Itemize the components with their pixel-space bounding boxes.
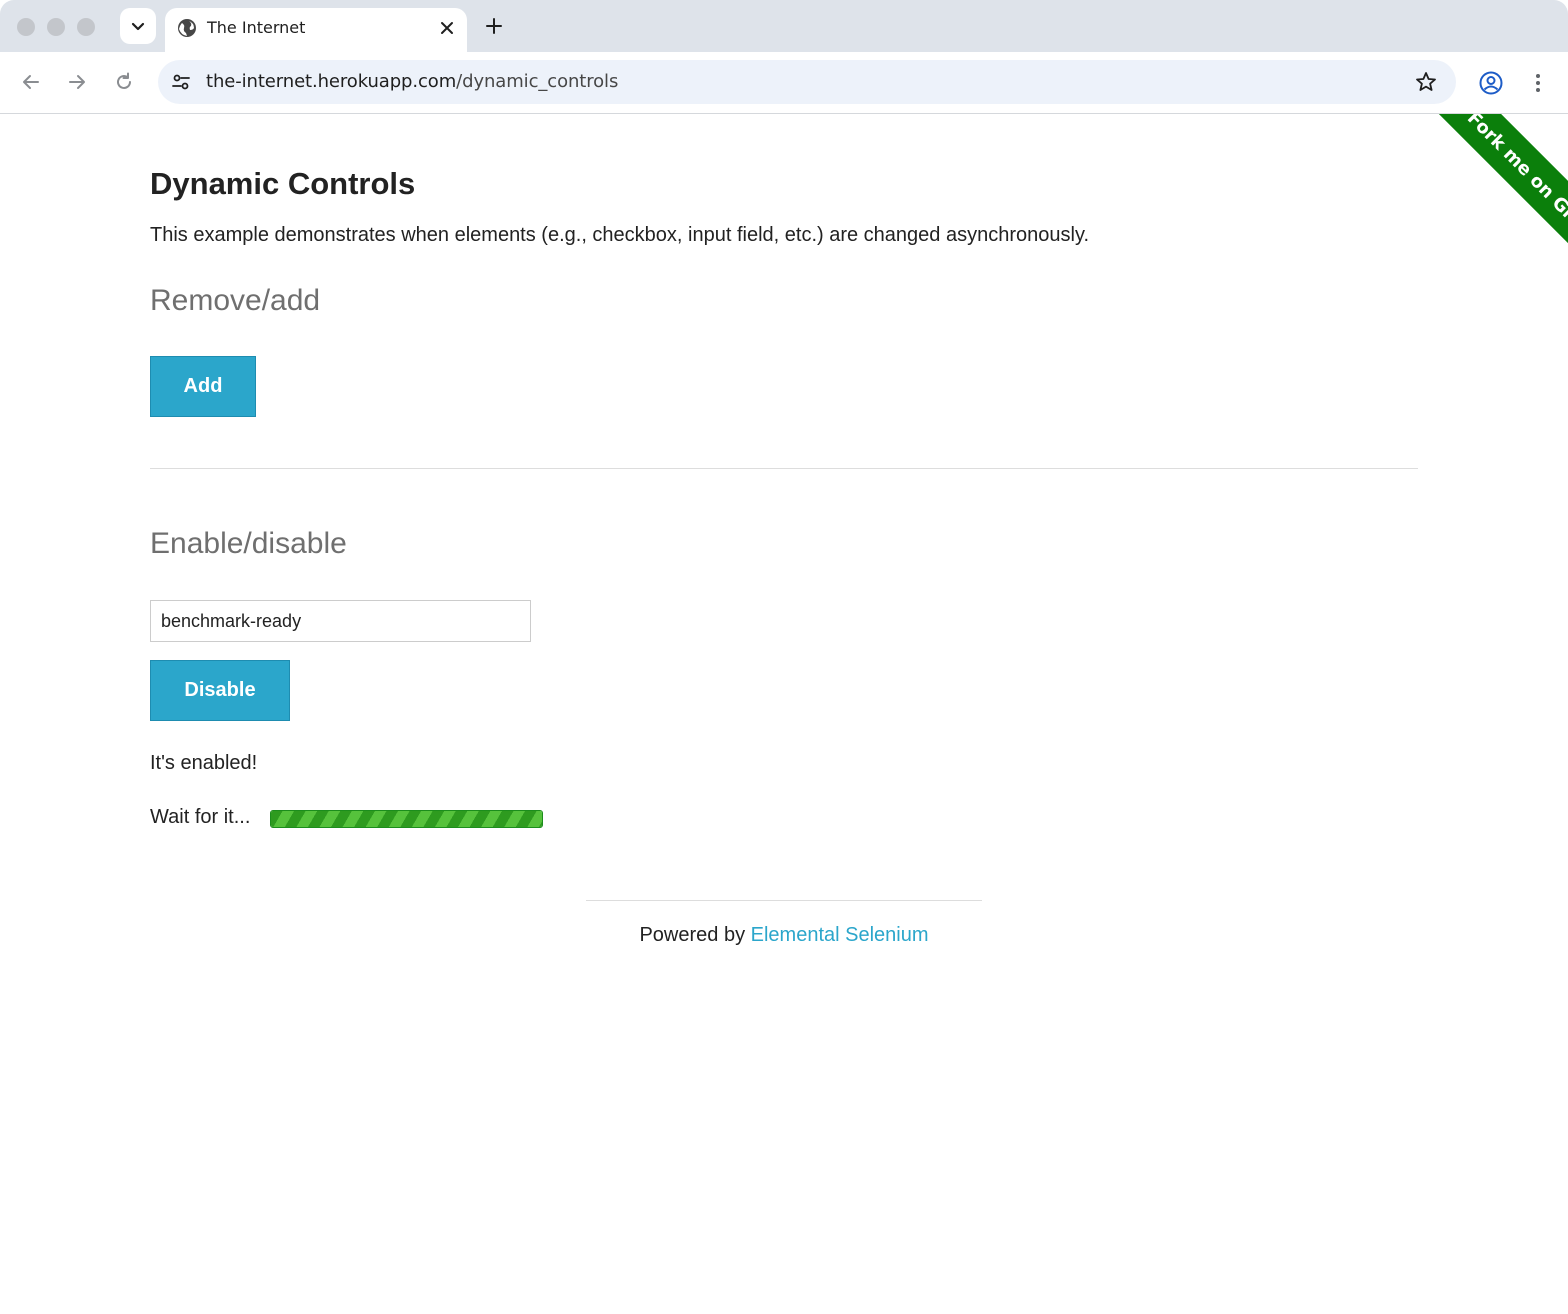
address-bar[interactable]: the-internet.herokuapp.com/dynamic_contr… xyxy=(158,60,1456,104)
window-close-dot[interactable] xyxy=(17,18,35,36)
tab-title: The Internet xyxy=(207,18,306,37)
github-ribbon-label[interactable]: Fork me on GitHub xyxy=(1463,114,1568,257)
github-ribbon[interactable]: Fork me on GitHub xyxy=(1388,114,1568,294)
tab-search-button[interactable] xyxy=(120,8,156,44)
tune-icon[interactable] xyxy=(170,71,192,93)
status-message: It's enabled! xyxy=(150,752,258,774)
page-viewport: Fork me on GitHub Dynamic Controls This … xyxy=(0,114,1568,1314)
github-ribbon-band[interactable]: Fork me on GitHub xyxy=(1431,114,1568,289)
browser-toolbar: the-internet.herokuapp.com/dynamic_contr… xyxy=(0,52,1568,114)
account-icon[interactable] xyxy=(1478,70,1504,96)
tab-the-internet[interactable]: The Internet xyxy=(165,8,467,52)
footer: Powered by Elemental Selenium xyxy=(0,924,1568,947)
loading-progress-bar xyxy=(270,810,543,828)
url-host: the-internet.herokuapp.com xyxy=(206,71,457,92)
footer-divider xyxy=(586,900,982,901)
text-input[interactable] xyxy=(150,600,531,642)
star-icon[interactable] xyxy=(1414,70,1438,94)
kebab-menu-icon[interactable] xyxy=(1528,70,1548,96)
section-divider xyxy=(150,468,1418,469)
page-title: Dynamic Controls xyxy=(150,166,416,201)
disable-button[interactable]: Disable xyxy=(150,660,290,721)
reload-icon[interactable] xyxy=(112,70,136,94)
close-icon[interactable] xyxy=(437,18,457,38)
chevron-down-icon xyxy=(131,22,145,31)
footer-prefix: Powered by xyxy=(639,924,751,946)
tab-strip: The Internet xyxy=(0,0,1568,52)
loading-progress-fill xyxy=(271,811,542,827)
window-minimize-dot[interactable] xyxy=(47,18,65,36)
back-arrow-icon[interactable] xyxy=(19,70,43,94)
remove-add-heading: Remove/add xyxy=(150,284,321,317)
url-path: /dynamic_controls xyxy=(456,71,619,92)
enable-disable-heading: Enable/disable xyxy=(150,527,347,560)
loading-label: Wait for it... xyxy=(150,806,251,828)
new-tab-icon[interactable] xyxy=(482,14,506,38)
window-zoom-dot[interactable] xyxy=(77,18,95,36)
page-description: This example demonstrates when elements … xyxy=(150,224,1090,246)
url-text[interactable]: the-internet.herokuapp.com/dynamic_contr… xyxy=(206,71,618,92)
forward-arrow-icon[interactable] xyxy=(65,70,89,94)
globe-icon xyxy=(178,19,196,37)
elemental-selenium-link[interactable]: Elemental Selenium xyxy=(751,924,929,946)
add-button[interactable]: Add xyxy=(150,356,256,417)
